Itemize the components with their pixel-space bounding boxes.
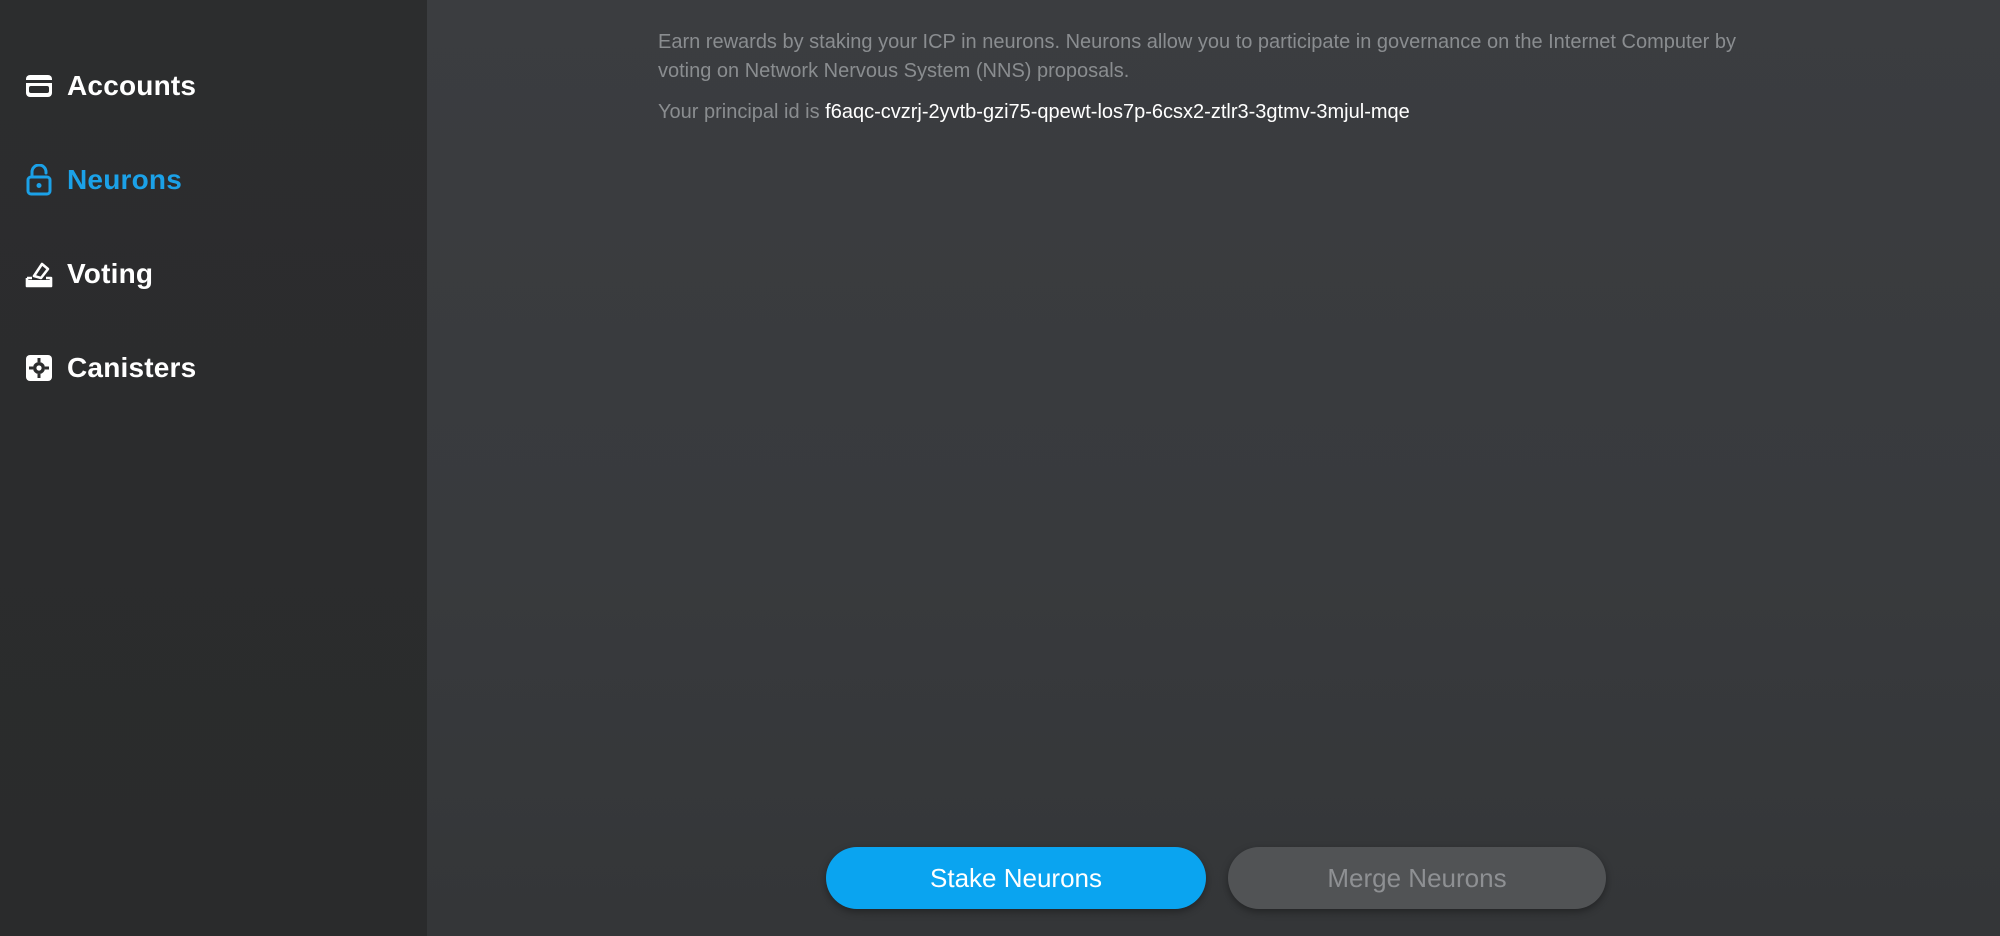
sidebar-item-label: Voting	[67, 258, 154, 289]
sidebar: Accounts Neurons Voting Canisters	[0, 0, 427, 936]
app-window: Accounts Neurons Voting Canisters Earn r…	[0, 0, 2000, 936]
sidebar-item-neurons[interactable]: Neurons	[24, 155, 182, 205]
principal-id-line: Your principal id is f6aqc-cvzrj-2yvtb-g…	[658, 98, 1410, 127]
main-content: Earn rewards by staking your ICP in neur…	[427, 0, 2000, 936]
sidebar-item-label: Accounts	[67, 70, 197, 101]
principal-id-value: f6aqc-cvzrj-2yvtb-gzi75-qpewt-los7p-6csx…	[825, 101, 1410, 123]
sidebar-item-accounts[interactable]: Accounts	[24, 61, 196, 111]
unlock-icon	[24, 164, 54, 196]
merge-neurons-button[interactable]: Merge Neurons	[1228, 847, 1606, 909]
canister-icon	[24, 353, 54, 383]
stake-neurons-button[interactable]: Stake Neurons	[826, 847, 1206, 909]
sidebar-item-voting[interactable]: Voting	[24, 249, 153, 299]
neurons-description: Earn rewards by staking your ICP in neur…	[658, 31, 1736, 82]
sidebar-item-label: Neurons	[67, 164, 182, 195]
sidebar-item-label: Canisters	[67, 352, 197, 383]
wallet-icon	[24, 71, 54, 101]
ballot-box-icon	[24, 259, 54, 289]
sidebar-item-canisters[interactable]: Canisters	[24, 343, 196, 393]
principal-id-label: Your principal id is	[658, 101, 820, 123]
